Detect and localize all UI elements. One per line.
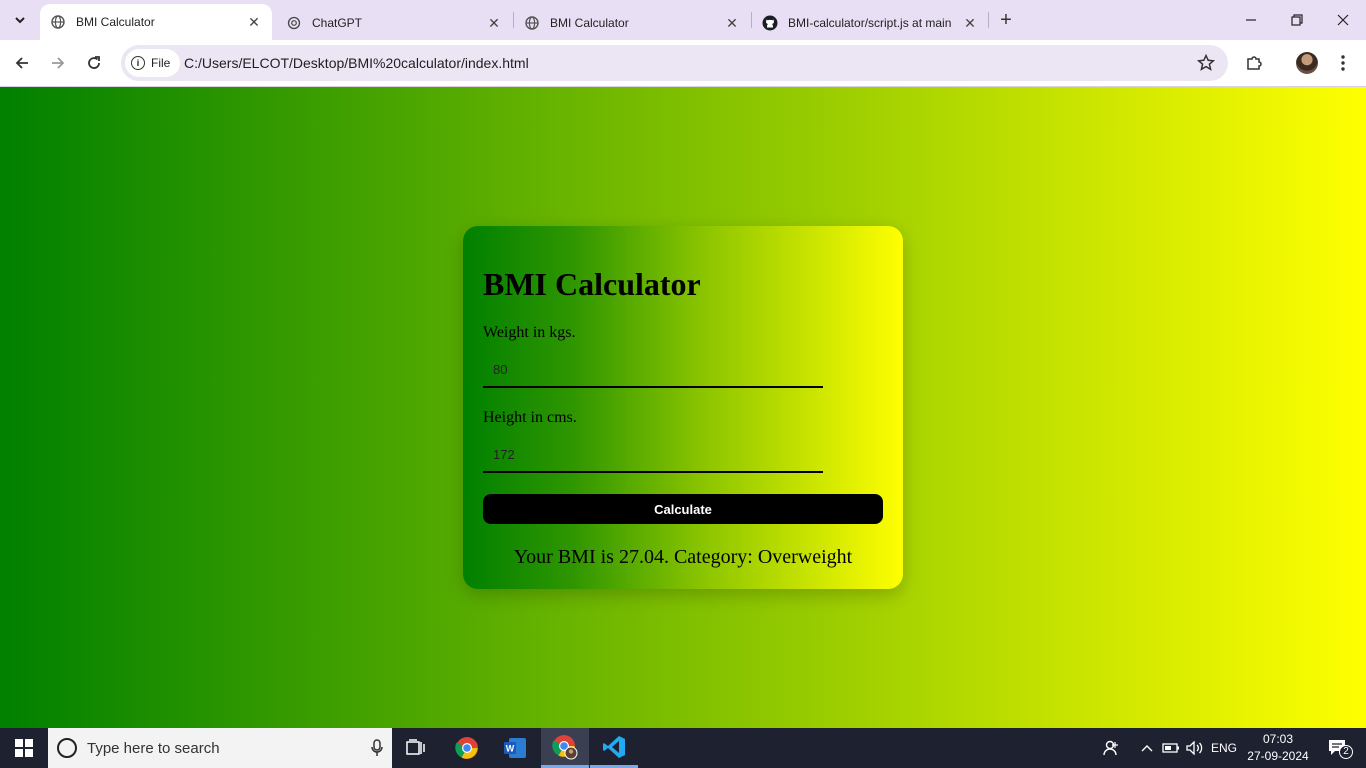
reload-icon <box>88 56 100 69</box>
volume-button[interactable] <box>1184 728 1206 768</box>
tab-bmi-calculator[interactable]: BMI Calculator ✕ <box>514 6 750 40</box>
arrow-left-icon <box>15 57 28 69</box>
height-label: Height in cms. <box>483 409 577 426</box>
vscode-icon <box>603 735 625 758</box>
cortana-icon <box>57 738 77 758</box>
info-icon: i <box>131 56 145 70</box>
restore-icon <box>1291 14 1303 26</box>
tab-separator <box>988 12 989 28</box>
bookmark-star-icon[interactable] <box>1196 53 1216 73</box>
url-text[interactable]: C:/Users/ELCOT/Desktop/BMI%20calculator/… <box>184 55 529 71</box>
more-vertical-icon <box>1341 55 1345 71</box>
tab-github-script[interactable]: BMI-calculator/script.js at main ✕ <box>752 6 988 40</box>
chatgpt-icon <box>286 15 302 31</box>
close-icon <box>1337 14 1349 26</box>
forward-button[interactable] <box>44 49 72 77</box>
site-info-chip[interactable]: i File <box>125 49 181 77</box>
show-hidden-icons-button[interactable] <box>1136 728 1158 768</box>
taskbar: Type here to search W ENG 07:03 27-09-20… <box>0 728 1366 768</box>
notification-count: 2 <box>1339 745 1353 759</box>
chevron-up-icon <box>1141 745 1153 752</box>
taskbar-chrome-profile[interactable] <box>541 728 589 768</box>
extensions-button[interactable] <box>1240 49 1268 77</box>
battery-button[interactable] <box>1160 728 1182 768</box>
microphone-icon[interactable] <box>362 739 392 757</box>
globe-icon <box>50 14 66 30</box>
clock-date: 27-09-2024 <box>1247 749 1309 763</box>
volume-icon <box>1186 741 1203 755</box>
minimize-icon <box>1246 19 1256 21</box>
browser-menu-button[interactable] <box>1329 49 1357 77</box>
tab-chatgpt[interactable]: ChatGPT ✕ <box>276 6 512 40</box>
chrome-icon <box>455 737 478 759</box>
battery-icon <box>1162 743 1179 753</box>
taskbar-chrome[interactable] <box>443 728 491 768</box>
height-input[interactable] <box>483 437 823 473</box>
taskbar-vscode[interactable] <box>590 728 638 768</box>
tab-title: ChatGPT <box>312 16 363 30</box>
tab-title: BMI Calculator <box>550 16 629 30</box>
chevron-down-icon <box>15 17 25 24</box>
task-view-icon <box>406 739 425 755</box>
reload-button[interactable] <box>80 49 108 77</box>
weight-input[interactable] <box>483 352 823 388</box>
task-view-button[interactable] <box>392 728 440 768</box>
arrow-right-icon <box>52 57 65 69</box>
close-icon[interactable]: ✕ <box>246 14 262 30</box>
tab-strip: BMI Calculator ✕ ChatGPT ✕ BMI Calculato… <box>0 0 1366 40</box>
clock-time: 07:03 <box>1262 732 1294 746</box>
close-icon[interactable]: ✕ <box>486 15 502 31</box>
restore-button[interactable] <box>1274 0 1320 40</box>
notifications-button[interactable]: 2 <box>1320 728 1356 768</box>
people-icon <box>1103 740 1118 756</box>
new-tab-button[interactable]: + <box>994 8 1018 32</box>
tab-bmi-calculator-active[interactable]: BMI Calculator ✕ <box>40 4 272 40</box>
github-icon <box>762 15 778 31</box>
search-placeholder: Type here to search <box>87 739 220 757</box>
clock[interactable]: 07:03 27-09-2024 <box>1240 731 1316 765</box>
chrome-profile-icon <box>552 734 578 759</box>
page-viewport: BMI Calculator Weight in kgs. Height in … <box>0 87 1366 728</box>
back-button[interactable] <box>8 49 36 77</box>
people-button[interactable] <box>1098 728 1124 768</box>
taskbar-word[interactable]: W <box>491 728 539 768</box>
browser-toolbar: i File C:/Users/ELCOT/Desktop/BMI%20calc… <box>0 40 1366 87</box>
close-icon[interactable]: ✕ <box>724 15 740 31</box>
close-icon[interactable]: ✕ <box>962 15 978 31</box>
globe-icon <box>524 15 540 31</box>
close-window-button[interactable] <box>1320 0 1366 40</box>
page-title: BMI Calculator <box>483 266 701 302</box>
puzzle-icon <box>1247 56 1262 70</box>
site-chip-label: File <box>151 56 171 70</box>
avatar <box>1296 52 1318 74</box>
word-icon: W <box>504 738 526 758</box>
start-button[interactable] <box>0 728 48 768</box>
bmi-result: Your BMI is 27.04. Category: Overweight <box>513 546 853 568</box>
minimize-button[interactable] <box>1228 0 1274 40</box>
tab-title: BMI-calculator/script.js at main <box>788 16 952 30</box>
language-indicator[interactable]: ENG <box>1208 728 1240 768</box>
plus-icon: + <box>1000 8 1012 31</box>
calculate-button[interactable]: Calculate <box>483 494 883 524</box>
bmi-card: BMI Calculator Weight in kgs. Height in … <box>463 226 903 589</box>
weight-label: Weight in kgs. <box>483 324 576 341</box>
tab-title: BMI Calculator <box>76 15 155 29</box>
address-bar[interactable]: i File C:/Users/ELCOT/Desktop/BMI%20calc… <box>121 45 1228 81</box>
windows-logo-icon <box>15 739 33 757</box>
svg-text:W: W <box>506 744 515 754</box>
taskbar-search[interactable]: Type here to search <box>48 728 392 768</box>
tab-search-button[interactable] <box>6 7 34 33</box>
profile-button[interactable] <box>1293 49 1321 77</box>
